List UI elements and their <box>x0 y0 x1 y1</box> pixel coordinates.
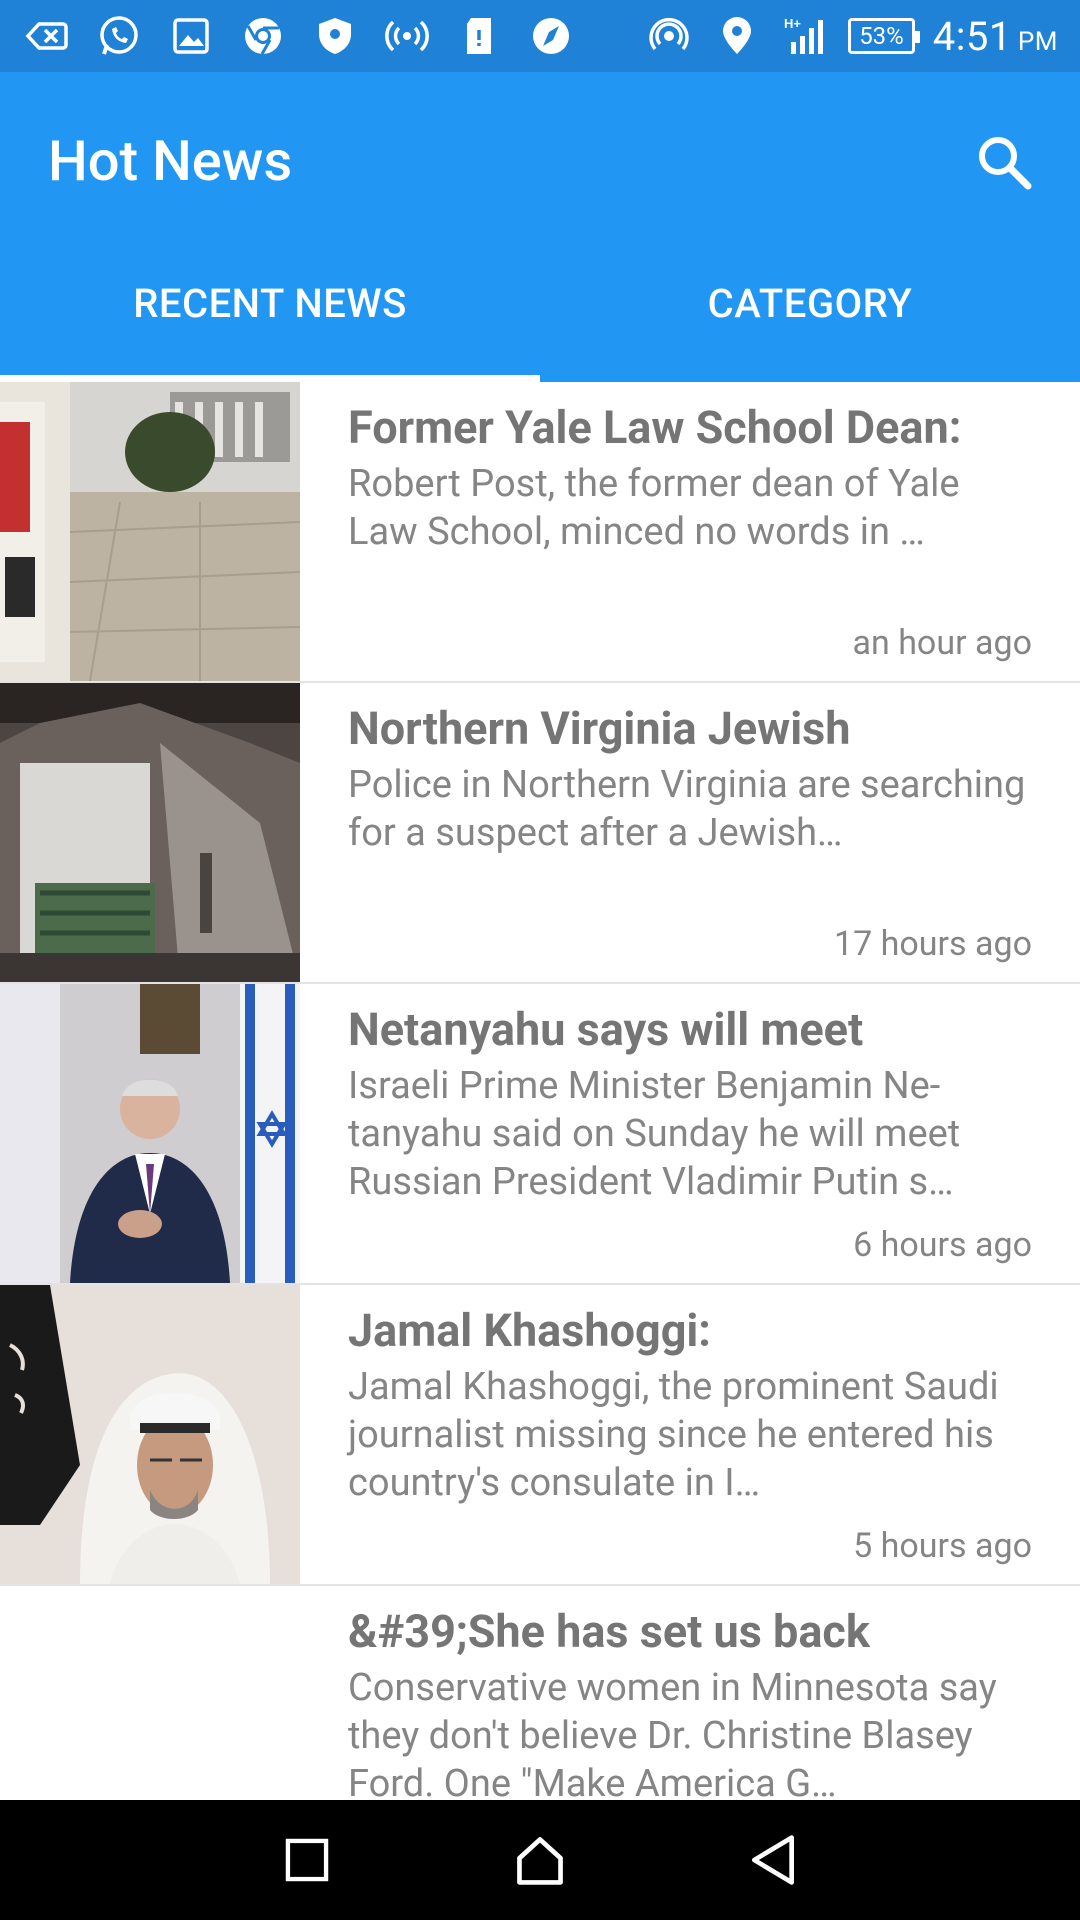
back-arrow-icon <box>22 11 72 61</box>
news-content: Jamal Khashoggi: Jamal Khashoggi, the pr… <box>300 1285 1080 1584</box>
battery-icon: 53% <box>848 18 920 54</box>
news-title: Jamal Khashoggi: <box>348 1304 711 1357</box>
cast-icon <box>644 11 694 61</box>
news-item[interactable]: Netanyahu says will meet Israeli Prime M… <box>0 984 1080 1285</box>
hotspot-icon <box>382 11 432 61</box>
sd-card-alert-icon <box>454 11 504 61</box>
news-title: Former Yale Law School Dean: <box>348 401 962 454</box>
news-description: Jamal Khashoggi, the prominent Saudi jou… <box>348 1365 999 1505</box>
news-thumbnail <box>0 683 300 982</box>
news-content: Former Yale Law School Dean: Robert Post… <box>300 382 1080 681</box>
app-title: Hot News <box>48 128 293 194</box>
news-item[interactable]: Jamal Khashoggi: Jamal Khashoggi, the pr… <box>0 1285 1080 1586</box>
news-description: Conservative women in Minnesota say they… <box>348 1666 997 1800</box>
chrome-icon <box>238 11 288 61</box>
tab-bar: RECENT NEWS CATEGORY <box>0 236 1080 382</box>
news-title: Netanyahu says will meet <box>348 1003 864 1056</box>
news-time: an hour ago <box>852 623 1033 663</box>
news-time: 6 hours ago <box>853 1225 1032 1265</box>
tab-label: RECENT NEWS <box>133 279 407 327</box>
tab-category[interactable]: CATEGORY <box>540 236 1080 382</box>
notification-icons <box>22 11 576 61</box>
news-content: &#39;She has set us back Conservative wo… <box>300 1586 1080 1800</box>
system-icons: H+ 53% 4:51 PM <box>644 11 1058 61</box>
search-icon <box>979 137 1032 190</box>
signal-icon: H+ <box>780 11 830 61</box>
news-item[interactable]: Former Yale Law School Dean: Robert Post… <box>0 382 1080 683</box>
back-button[interactable] <box>733 1820 813 1900</box>
clock-time: 4:51 <box>932 12 1012 60</box>
news-thumbnail <box>0 984 300 1283</box>
gallery-icon <box>166 11 216 61</box>
search-button[interactable] <box>966 124 1042 200</box>
battery-percent: 53% <box>859 22 904 50</box>
news-time: 5 hours ago <box>853 1526 1032 1566</box>
status-bar: H+ 53% 4:51 PM <box>0 0 1080 72</box>
svg-text:H+: H+ <box>784 16 801 31</box>
news-content: Netanyahu says will meet Israeli Prime M… <box>300 984 1080 1283</box>
news-time: 17 hours ago <box>834 924 1032 964</box>
news-title: &#39;She has set us back <box>348 1605 870 1658</box>
recents-square-icon <box>285 1838 328 1882</box>
news-content: Northern Virginia Jewish Police in North… <box>300 683 1080 982</box>
news-description: Robert Post, the former dean of Yale Law… <box>348 462 960 554</box>
news-title: Northern Virginia Jewish <box>348 702 851 755</box>
home-button[interactable] <box>500 1820 580 1900</box>
news-description: Israeli Prime Minister Benjamin Ne-tanya… <box>348 1064 961 1204</box>
news-item[interactable]: &#39;She has set us back Conservative wo… <box>0 1586 1080 1800</box>
home-icon <box>517 1837 563 1885</box>
clock: 4:51 PM <box>933 13 1058 60</box>
tab-label: CATEGORY <box>707 279 913 327</box>
news-item[interactable]: Northern Virginia Jewish Police in North… <box>0 683 1080 984</box>
shield-icon <box>310 11 360 61</box>
navigation-bar <box>0 1800 1080 1920</box>
clock-ampm: PM <box>1017 26 1058 57</box>
whatsapp-icon <box>94 11 144 61</box>
news-thumbnail <box>0 1586 300 1800</box>
news-list[interactable]: Former Yale Law School Dean: Robert Post… <box>0 382 1080 1800</box>
news-description: Police in Northern Virginia are searchin… <box>348 763 1026 855</box>
app-bar: Hot News RECENT NEWS CATEGORY <box>0 72 1080 382</box>
location-icon <box>712 11 762 61</box>
back-triangle-icon <box>752 1835 795 1885</box>
tab-recent-news[interactable]: RECENT NEWS <box>0 236 540 382</box>
news-thumbnail <box>0 1285 300 1584</box>
recents-button[interactable] <box>267 1820 347 1900</box>
news-thumbnail <box>0 382 300 681</box>
compass-icon <box>526 11 576 61</box>
